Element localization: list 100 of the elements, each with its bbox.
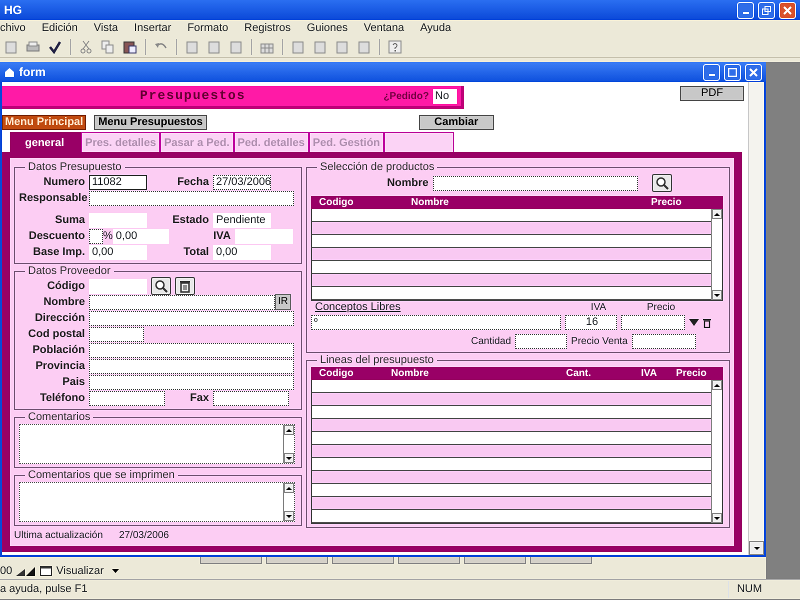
scroll-down-button[interactable] bbox=[284, 453, 294, 463]
trash-icon[interactable] bbox=[703, 318, 711, 328]
table-row[interactable] bbox=[312, 432, 711, 445]
menu-item[interactable]: chivo bbox=[0, 20, 26, 37]
page-icon[interactable] bbox=[4, 40, 18, 54]
menu-item[interactable]: Insertar bbox=[134, 20, 172, 37]
table-row[interactable] bbox=[312, 287, 711, 300]
table-row[interactable] bbox=[312, 274, 711, 287]
page-icon[interactable] bbox=[313, 40, 327, 54]
menu-button[interactable]: Menu Presupuestos bbox=[94, 114, 207, 130]
menu-item[interactable]: Ayuda bbox=[420, 20, 452, 37]
page-icon[interactable] bbox=[357, 40, 371, 54]
close-button[interactable] bbox=[745, 64, 762, 80]
page-icon[interactable] bbox=[207, 40, 221, 54]
printer-icon[interactable] bbox=[26, 40, 40, 54]
menu-item[interactable]: Vista bbox=[94, 20, 118, 37]
table-row[interactable] bbox=[312, 484, 711, 497]
input-field[interactable] bbox=[89, 358, 294, 374]
table-row[interactable] bbox=[312, 393, 711, 406]
scroll-up-button[interactable] bbox=[712, 380, 722, 390]
tab[interactable]: general bbox=[10, 132, 82, 152]
tab[interactable] bbox=[384, 132, 454, 152]
scroll-down-button[interactable] bbox=[712, 513, 722, 523]
table-row[interactable] bbox=[312, 445, 711, 458]
scroll-down-button[interactable] bbox=[749, 541, 764, 555]
table-row[interactable] bbox=[312, 510, 711, 523]
table-row[interactable] bbox=[312, 458, 711, 471]
search-button[interactable] bbox=[652, 174, 672, 192]
scroll-up-button[interactable] bbox=[712, 209, 722, 219]
comment-field[interactable] bbox=[19, 424, 295, 464]
pedido-field[interactable]: No bbox=[433, 88, 457, 104]
input-field[interactable]: 27/03/2006 bbox=[213, 174, 271, 190]
input-field[interactable] bbox=[89, 326, 144, 342]
cambiar-button[interactable]: Cambiar bbox=[418, 114, 494, 130]
page-icon[interactable] bbox=[335, 40, 349, 54]
table-row[interactable] bbox=[312, 471, 711, 484]
menu-item[interactable]: Ventana bbox=[364, 20, 404, 37]
ir-button[interactable]: IR bbox=[275, 294, 291, 310]
input-field[interactable] bbox=[632, 334, 696, 349]
page-icon[interactable] bbox=[291, 40, 305, 54]
table-row[interactable] bbox=[312, 261, 711, 274]
view-dropdown[interactable]: Visualizar bbox=[56, 562, 119, 579]
menu-item[interactable]: Registros bbox=[244, 20, 291, 37]
scrollbar[interactable] bbox=[283, 483, 294, 521]
input-field[interactable] bbox=[89, 374, 294, 390]
restore-button[interactable] bbox=[758, 2, 775, 18]
input-field[interactable] bbox=[515, 334, 568, 349]
page-icon[interactable] bbox=[229, 40, 243, 54]
minimize-button[interactable] bbox=[703, 64, 720, 80]
input-field[interactable] bbox=[89, 310, 294, 326]
pdf-button[interactable]: PDF bbox=[680, 86, 744, 101]
scrollbar[interactable] bbox=[283, 425, 294, 463]
input-field[interactable] bbox=[89, 228, 103, 244]
table-row[interactable] bbox=[312, 380, 711, 393]
clipboard-icon[interactable] bbox=[123, 40, 137, 54]
input-field[interactable]: Pendiente bbox=[213, 212, 271, 228]
scrollbar[interactable] bbox=[711, 380, 722, 523]
search-button[interactable] bbox=[151, 277, 171, 295]
scrollbar[interactable] bbox=[748, 82, 764, 555]
delete-button[interactable] bbox=[175, 277, 195, 295]
scroll-down-button[interactable] bbox=[712, 290, 722, 300]
input-field[interactable] bbox=[621, 315, 685, 330]
signal-icon[interactable] bbox=[16, 566, 36, 576]
input-field[interactable] bbox=[89, 294, 275, 310]
menu-item[interactable]: Guiones bbox=[306, 20, 348, 37]
dropdown-arrow-icon[interactable] bbox=[689, 319, 699, 326]
search-field[interactable] bbox=[432, 176, 638, 190]
input-field[interactable]: º bbox=[311, 315, 561, 330]
scissors-icon[interactable] bbox=[79, 40, 93, 54]
maximize-button[interactable] bbox=[724, 64, 741, 80]
scrollbar[interactable] bbox=[711, 209, 722, 300]
input-field[interactable]: 0,00 bbox=[89, 244, 147, 260]
input-field[interactable] bbox=[213, 390, 289, 406]
menu-item[interactable]: Formato bbox=[187, 20, 228, 37]
copy-icon[interactable] bbox=[101, 40, 115, 54]
input-field[interactable]: 11082 bbox=[89, 174, 147, 190]
scroll-up-button[interactable] bbox=[284, 483, 294, 493]
table-row[interactable] bbox=[312, 222, 711, 235]
table-row[interactable] bbox=[312, 248, 711, 261]
input-field[interactable] bbox=[89, 190, 294, 206]
page-icon[interactable] bbox=[185, 40, 199, 54]
scroll-down-button[interactable] bbox=[284, 511, 294, 521]
input-field[interactable] bbox=[89, 390, 165, 406]
menu-item[interactable]: Edición bbox=[42, 20, 78, 37]
checkmark-icon[interactable] bbox=[48, 40, 62, 54]
table-row[interactable] bbox=[312, 497, 711, 510]
input-field[interactable]: 16 bbox=[565, 315, 617, 330]
table-row[interactable] bbox=[312, 419, 711, 432]
input-field[interactable]: 0,00 bbox=[213, 244, 271, 260]
table-row[interactable] bbox=[312, 406, 711, 419]
window-icon[interactable] bbox=[40, 566, 52, 576]
input-field[interactable]: 0,00 bbox=[112, 228, 169, 244]
comment-field[interactable] bbox=[19, 482, 295, 522]
table-row[interactable] bbox=[312, 209, 711, 222]
help-icon[interactable] bbox=[388, 40, 402, 54]
scroll-up-button[interactable] bbox=[284, 425, 294, 435]
minimize-button[interactable] bbox=[737, 2, 754, 18]
input-field[interactable] bbox=[89, 342, 294, 358]
menu-button[interactable]: Menu Principal bbox=[2, 114, 86, 130]
table-row[interactable] bbox=[312, 235, 711, 248]
